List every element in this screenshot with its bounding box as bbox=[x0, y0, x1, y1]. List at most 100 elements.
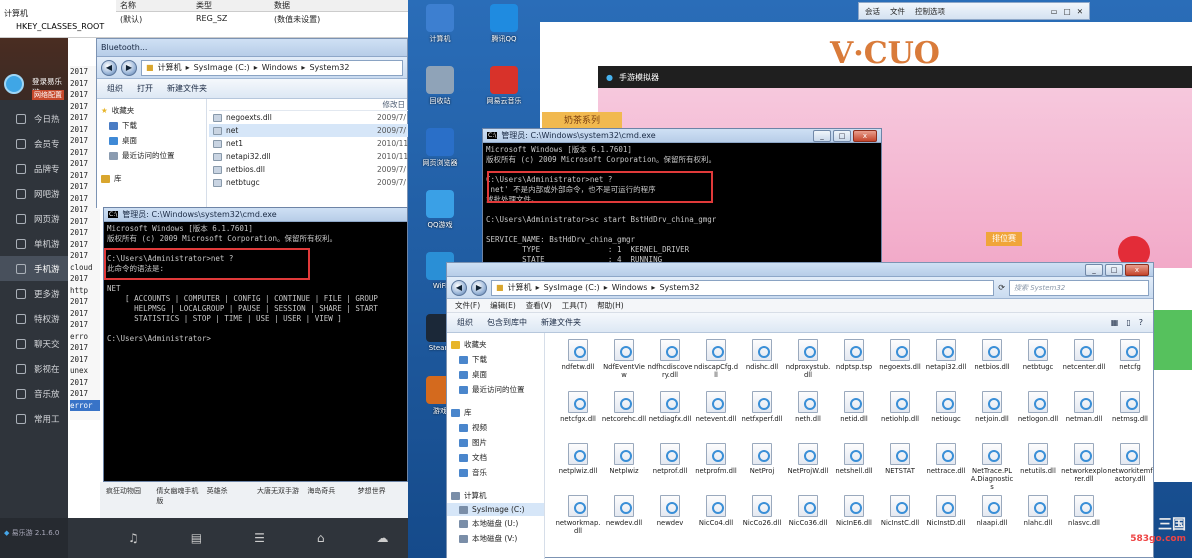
file-item[interactable]: netbios.dll bbox=[969, 339, 1015, 391]
file-item[interactable]: netid.dll bbox=[831, 391, 877, 443]
col-name[interactable]: 名称 bbox=[116, 0, 196, 11]
desktop-icon[interactable]: 腾讯QQ bbox=[474, 4, 534, 66]
file-item[interactable]: netiougc bbox=[923, 391, 969, 443]
forward-icon[interactable]: ▶ bbox=[471, 279, 487, 296]
doc-icon[interactable]: ▤ bbox=[191, 531, 202, 545]
open-button[interactable]: 打开 bbox=[137, 83, 153, 94]
menu-tools[interactable]: 工具(T) bbox=[562, 300, 587, 311]
sidebar-item-video[interactable]: 影视在 bbox=[0, 356, 68, 381]
nav-item[interactable]: 计算机 bbox=[447, 488, 544, 503]
file-item[interactable]: NetProj bbox=[739, 443, 785, 495]
file-item[interactable]: netcfgx.dll bbox=[555, 391, 601, 443]
file-item[interactable]: netshell.dll bbox=[831, 443, 877, 495]
file-item[interactable]: ndfhcdiscovery.dll bbox=[647, 339, 693, 391]
file-item[interactable]: netdiagfx.dll bbox=[647, 391, 693, 443]
new-folder-button[interactable]: 新建文件夹 bbox=[541, 317, 581, 328]
file-item[interactable]: NetTrace.PLA.Diagnostics bbox=[969, 443, 1015, 495]
menu-file[interactable]: 文件(F) bbox=[455, 300, 480, 311]
back-icon[interactable]: ◀ bbox=[101, 59, 117, 76]
preview-pane-icon[interactable]: ▯ bbox=[1126, 318, 1130, 327]
file-row[interactable]: netapi32.dll 2010/11 bbox=[209, 150, 409, 163]
file-item[interactable]: NicCo26.dll bbox=[739, 495, 785, 547]
nav-item[interactable]: 文档 bbox=[447, 450, 544, 465]
file-item[interactable]: neth.dll bbox=[785, 391, 831, 443]
explorer1-path[interactable]: ■ 计算机 ▸ SysImage (C:) ▸ Windows ▸ System32 bbox=[141, 59, 403, 76]
help-icon[interactable]: ? bbox=[1139, 318, 1143, 327]
back-icon[interactable]: ◀ bbox=[451, 279, 467, 296]
menu-view[interactable]: 查看(V) bbox=[526, 300, 552, 311]
game-label[interactable]: 倩女幽魂手机版 bbox=[156, 486, 200, 514]
sidebar-item-web[interactable]: 网页游 bbox=[0, 206, 68, 231]
file-item[interactable]: NicCo36.dll bbox=[785, 495, 831, 547]
file-item[interactable]: netjoin.dll bbox=[969, 391, 1015, 443]
close-icon[interactable]: ✕ bbox=[1077, 7, 1083, 16]
sidebar-item-chat[interactable]: 聊天交 bbox=[0, 331, 68, 356]
file-item[interactable]: netapi32.dll bbox=[923, 339, 969, 391]
file-item[interactable]: ndiscapCfg.dll bbox=[693, 339, 739, 391]
desktop-icon[interactable]: 网易云音乐 bbox=[474, 66, 534, 128]
bell-icon[interactable]: ♫ bbox=[128, 531, 139, 545]
sidebar-item-privilege[interactable]: 特权游 bbox=[0, 306, 68, 331]
file-item[interactable]: netprofm.dll bbox=[693, 443, 739, 495]
cloud-icon[interactable]: ☁ bbox=[377, 531, 389, 545]
menu-help[interactable]: 帮助(H) bbox=[597, 300, 624, 311]
nav-item[interactable]: 桌面 bbox=[447, 367, 544, 382]
file-item[interactable]: NetProjW.dll bbox=[785, 443, 831, 495]
minimize-icon[interactable]: ▭ bbox=[1051, 7, 1058, 16]
file-item[interactable]: negoexts.dll bbox=[877, 339, 923, 391]
col-type[interactable]: 类型 bbox=[196, 0, 274, 11]
file-item[interactable]: nlahc.dll bbox=[1015, 495, 1061, 547]
sidebar-item-more[interactable]: 更多游 bbox=[0, 281, 68, 306]
sidebar-item-single[interactable]: 单机游 bbox=[0, 231, 68, 256]
file-item[interactable]: netiohlp.dll bbox=[877, 391, 923, 443]
game-label[interactable]: 大唐无双手游 bbox=[257, 486, 301, 514]
registry-tree-title[interactable]: 计算机 bbox=[4, 8, 28, 19]
file-row[interactable]: netbtugc 2009/7/ bbox=[209, 176, 409, 189]
nav-item[interactable]: 库 bbox=[447, 405, 544, 420]
file-item[interactable]: netlogon.dll bbox=[1015, 391, 1061, 443]
game-label[interactable]: 英雄杀 bbox=[207, 486, 251, 514]
list-icon[interactable]: ☰ bbox=[254, 531, 265, 545]
file-item[interactable]: NdfEventView bbox=[601, 339, 647, 391]
sidebar-item-netbar[interactable]: 网吧游 bbox=[0, 181, 68, 206]
file-item[interactable]: netfxperf.dll bbox=[739, 391, 785, 443]
file-item[interactable]: Netplwiz bbox=[601, 443, 647, 495]
file-item[interactable]: netbtugc bbox=[1015, 339, 1061, 391]
nav-item[interactable]: SysImage (C:) bbox=[447, 503, 544, 516]
file-item[interactable]: netmsg.dll bbox=[1107, 391, 1153, 443]
file-item[interactable]: netman.dll bbox=[1061, 391, 1107, 443]
organize-button[interactable]: 组织 bbox=[107, 83, 123, 94]
file-row[interactable]: net 2009/7/ bbox=[209, 124, 409, 137]
file-item[interactable]: netprof.dll bbox=[647, 443, 693, 495]
file-item[interactable]: NicInE6.dll bbox=[831, 495, 877, 547]
file-menu-button[interactable]: 文件 bbox=[890, 6, 905, 17]
file-item[interactable]: netevent.dll bbox=[693, 391, 739, 443]
nav-desktop[interactable]: 桌面 bbox=[97, 133, 206, 148]
nav-downloads[interactable]: 下载 bbox=[97, 118, 206, 133]
close-button[interactable]: x bbox=[853, 129, 877, 142]
desktop-icon[interactable]: 网页浏览器 bbox=[410, 128, 470, 190]
file-item[interactable]: netutils.dll bbox=[1015, 443, 1061, 495]
nav-recent[interactable]: 最近访问的位置 bbox=[97, 148, 206, 163]
sidebar-item-today[interactable]: 今日热 bbox=[0, 106, 68, 131]
nav-item[interactable]: 音乐 bbox=[447, 465, 544, 480]
file-item[interactable]: netcfg bbox=[1107, 339, 1153, 391]
control-options-button[interactable]: 控制选项 bbox=[915, 6, 945, 17]
file-item[interactable]: nettrace.dll bbox=[923, 443, 969, 495]
nav-libraries[interactable]: 库 bbox=[97, 171, 206, 186]
refresh-icon[interactable]: ⟳ bbox=[998, 283, 1005, 292]
maximize-icon[interactable]: □ bbox=[1064, 7, 1071, 16]
nav-item[interactable]: 视频 bbox=[447, 420, 544, 435]
file-item[interactable]: nlasvc.dll bbox=[1061, 495, 1107, 547]
file-row[interactable]: netbios.dll 2009/7/ bbox=[209, 163, 409, 176]
file-item[interactable]: netplwiz.dll bbox=[555, 443, 601, 495]
game-label[interactable]: 疯狂动物园 bbox=[106, 486, 150, 514]
minimize-button[interactable]: _ bbox=[1085, 263, 1103, 276]
file-item[interactable]: ndfetw.dll bbox=[555, 339, 601, 391]
file-item[interactable]: netcenter.dll bbox=[1061, 339, 1107, 391]
nav-item[interactable]: 本地磁盘 (V:) bbox=[447, 531, 544, 546]
registry-row[interactable]: (默认) REG_SZ (数值未设置) bbox=[116, 14, 408, 25]
maximize-button[interactable]: □ bbox=[833, 129, 851, 142]
new-folder-button[interactable]: 新建文件夹 bbox=[167, 83, 207, 94]
search-input[interactable]: 搜索 System32 bbox=[1009, 279, 1149, 296]
